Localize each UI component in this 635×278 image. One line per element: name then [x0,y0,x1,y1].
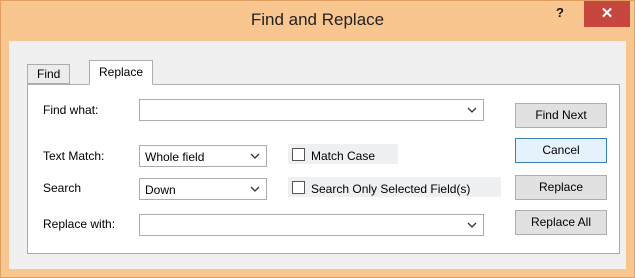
tab-find[interactable]: Find [27,64,71,84]
chevron-down-icon[interactable] [466,218,478,232]
tab-replace[interactable]: Replace [89,60,154,85]
close-icon: ✕ [600,5,614,22]
close-button[interactable]: ✕ [584,1,630,27]
text-match-label: Text Match: [43,149,105,163]
find-replace-window: Find and Replace ? ✕ Find Replace Find w… [0,0,635,278]
text-match-select[interactable]: Whole field [139,145,267,167]
find-next-button[interactable]: Find Next [515,103,607,128]
match-case-checkbox[interactable] [292,148,305,161]
search-selected-fields-label[interactable]: Search Only Selected Field(s) [311,182,470,196]
replace-with-combobox[interactable] [139,214,484,236]
chevron-down-icon[interactable] [249,182,261,196]
search-direction-select[interactable]: Down [139,178,267,200]
window-title: Find and Replace [250,10,385,29]
replace-button[interactable]: Replace [515,175,607,200]
chevron-down-icon[interactable] [249,149,261,163]
match-case-label[interactable]: Match Case [311,149,375,163]
search-selected-fields-checkbox[interactable] [292,181,305,194]
help-button[interactable]: ? [543,1,577,27]
find-what-label: Find what: [43,103,99,117]
text-match-value: Whole field [145,150,205,164]
replace-with-label: Replace with: [43,217,116,231]
replace-all-button[interactable]: Replace All [515,210,607,235]
search-label: Search [43,181,82,195]
chevron-down-icon[interactable] [466,103,478,117]
search-direction-value: Down [145,183,176,197]
find-what-combobox[interactable] [139,99,484,121]
title-bar[interactable]: Find and Replace ? ✕ [1,1,634,41]
cancel-button[interactable]: Cancel [515,138,607,163]
